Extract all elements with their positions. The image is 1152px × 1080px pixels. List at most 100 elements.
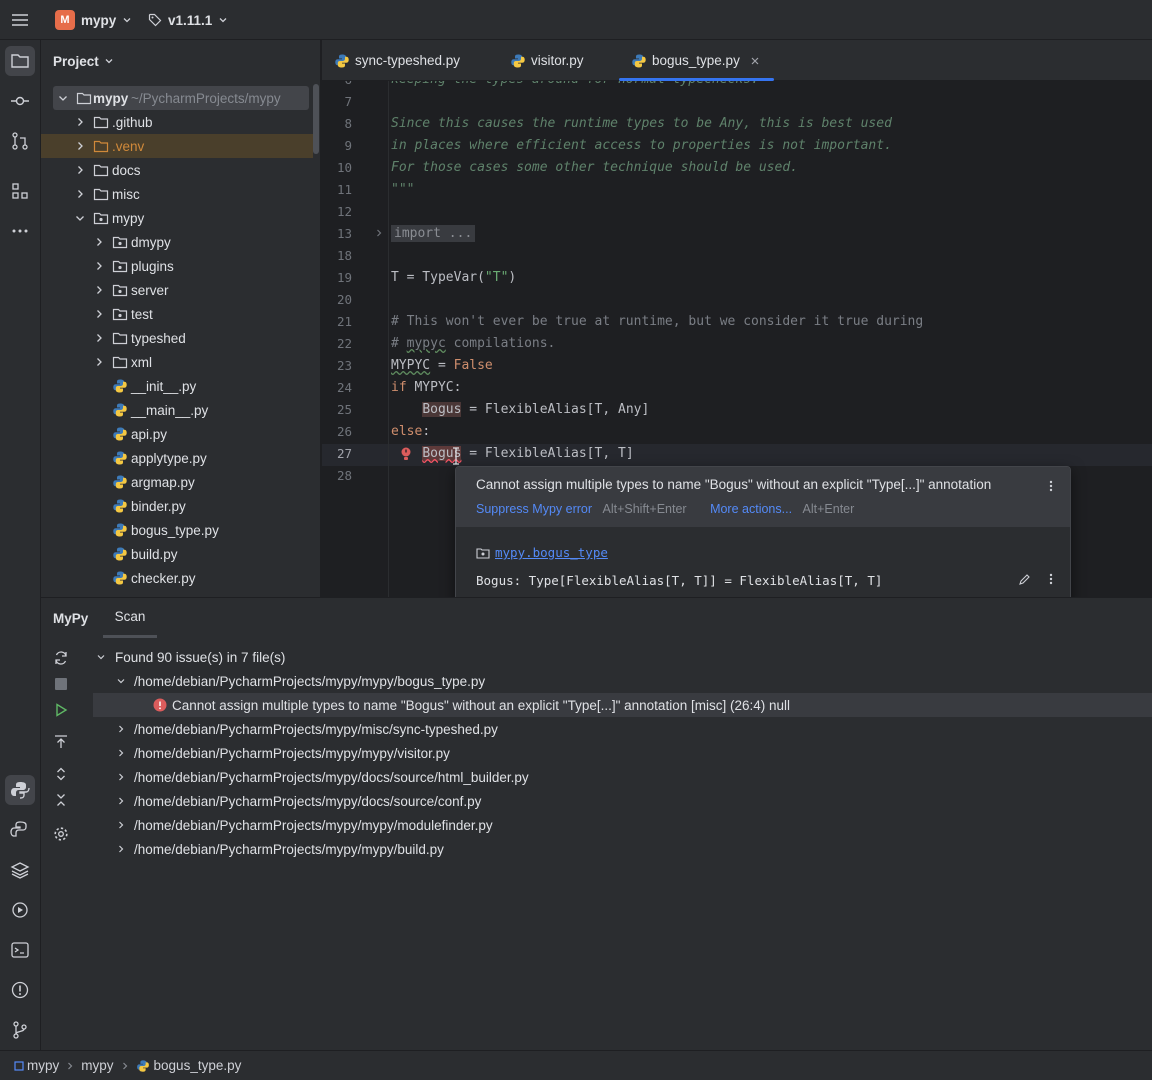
tree-item-init-py[interactable]: __init__.py [41, 374, 313, 398]
terminal-icon[interactable] [5, 935, 35, 965]
tab-sync-typeshed[interactable]: sync-typeshed.py [334, 40, 494, 81]
expand-all-icon[interactable] [51, 764, 71, 784]
chevron-right-icon[interactable] [93, 332, 105, 344]
tree-item-bogus-type-py[interactable]: bogus_type.py [41, 518, 313, 542]
chevron-right-icon[interactable] [116, 748, 126, 758]
result-file-row[interactable]: /home/debian/PycharmProjects/mypy/docs/s… [116, 765, 529, 789]
chevron-right-icon[interactable] [93, 260, 105, 272]
main-menu-button[interactable] [10, 0, 30, 40]
chevron-right-icon[interactable] [116, 820, 126, 830]
tree-item-plugins[interactable]: plugins [41, 254, 313, 278]
tree-item-argmap-py[interactable]: argmap.py [41, 470, 313, 494]
line-number: 9 [344, 138, 352, 153]
tree-item-test[interactable]: test [41, 302, 313, 326]
vcs-branch-selector[interactable]: v1.11.1 [148, 0, 228, 40]
tag-icon [148, 13, 162, 27]
chevron-down-icon[interactable] [74, 212, 86, 224]
commit-icon[interactable] [5, 86, 35, 116]
folder-icon [112, 332, 128, 345]
settings-gear-icon[interactable] [51, 824, 71, 844]
tree-item-mypy[interactable]: mypy [41, 206, 313, 230]
tree-item-applytype-py[interactable]: applytype.py [41, 446, 313, 470]
project-selector[interactable]: M mypy [55, 0, 132, 40]
branch-name: v1.11.1 [168, 12, 213, 28]
tree-item-misc[interactable]: misc [41, 182, 313, 206]
tab-visitor[interactable]: visitor.py [510, 40, 600, 81]
folder-icon[interactable] [5, 46, 35, 76]
result-file-row[interactable]: /home/debian/PycharmProjects/mypy/misc/s… [116, 717, 498, 741]
tab-scan[interactable]: Scan [103, 598, 157, 638]
chevron-right-icon[interactable] [74, 188, 86, 200]
result-file-row[interactable]: /home/debian/PycharmProjects/mypy/mypy/b… [116, 669, 485, 693]
code-line: else: [391, 424, 431, 439]
chevron-right-icon[interactable] [74, 116, 86, 128]
chevron-right-icon[interactable] [116, 772, 126, 782]
refresh-icon[interactable] [51, 648, 71, 668]
tree-item-github[interactable]: .github [41, 110, 313, 134]
project-panel-header[interactable]: Project [41, 40, 320, 82]
project-scrollbar[interactable] [313, 84, 319, 154]
services-icon[interactable] [5, 895, 35, 925]
more-actions-link[interactable]: More actions... [710, 502, 792, 516]
chevron-right-icon[interactable] [116, 844, 126, 854]
suppress-mypy-error-link[interactable]: Suppress Mypy error [476, 502, 592, 516]
fold-chevron-icon[interactable] [374, 228, 384, 238]
pull-request-icon[interactable] [5, 126, 35, 156]
chevron-down-icon[interactable] [116, 676, 126, 686]
tree-item-server[interactable]: server [41, 278, 313, 302]
result-file-row[interactable]: /home/debian/PycharmProjects/mypy/mypy/b… [116, 837, 444, 861]
result-file-row[interactable]: /home/debian/PycharmProjects/mypy/mypy/m… [116, 813, 493, 837]
chevron-right-icon[interactable] [93, 284, 105, 296]
chevron-down-icon[interactable] [96, 652, 106, 662]
more-icon[interactable] [5, 216, 35, 246]
python-packages-icon[interactable] [5, 815, 35, 845]
error-bulb-icon[interactable] [399, 446, 413, 462]
breadcrumb-item[interactable]: bogus_type.py [154, 1058, 242, 1073]
problems-icon[interactable] [5, 975, 35, 1005]
close-icon[interactable] [750, 56, 760, 66]
collapse-all-icon[interactable] [51, 790, 71, 810]
result-file-row[interactable]: /home/debian/PycharmProjects/mypy/mypy/v… [116, 741, 450, 765]
tree-item-docs[interactable]: docs [41, 158, 313, 182]
tree-item-main-py[interactable]: __main__.py [41, 398, 313, 422]
chevron-right-icon[interactable] [116, 724, 126, 734]
breadcrumb-item[interactable]: mypy [81, 1058, 113, 1073]
result-file-row[interactable]: /home/debian/PycharmProjects/mypy/docs/s… [116, 789, 481, 813]
tree-root-mypy[interactable]: mypy ~/PycharmProjects/mypy [53, 86, 309, 110]
code-line: # This won't ever be true at runtime, bu… [391, 314, 924, 329]
breadcrumb-item[interactable]: mypy [27, 1058, 59, 1073]
run-icon[interactable] [51, 700, 71, 720]
python-file-icon [335, 54, 349, 67]
edit-icon[interactable] [1018, 572, 1032, 586]
tab-bogus-type[interactable]: bogus_type.py [619, 40, 774, 81]
code-line: # mypyc compilations. [391, 336, 556, 351]
tree-item-build-py[interactable]: build.py [41, 542, 313, 566]
result-issue-row[interactable]: Cannot assign multiple types to name "Bo… [93, 693, 1152, 717]
chevron-right-icon[interactable] [74, 140, 86, 152]
python-file-icon [113, 403, 127, 417]
stop-icon[interactable] [51, 674, 71, 694]
tree-item-api-py[interactable]: api.py [41, 422, 313, 446]
tree-item-binder-py[interactable]: binder.py [41, 494, 313, 518]
tab-mypy[interactable]: MyPy [53, 598, 88, 638]
structure-icon[interactable] [5, 176, 35, 206]
folder-icon [93, 164, 109, 177]
chevron-right-icon[interactable] [93, 356, 105, 368]
chevron-right-icon[interactable] [116, 796, 126, 806]
chevron-right-icon[interactable] [93, 236, 105, 248]
scroll-to-top-icon[interactable] [51, 732, 71, 752]
more-vertical-icon[interactable] [1044, 479, 1058, 493]
more-vertical-icon[interactable] [1044, 572, 1058, 586]
module-link[interactable]: mypy.bogus_type [495, 545, 608, 560]
tree-item-typeshed[interactable]: typeshed [41, 326, 313, 350]
tree-item-xml[interactable]: xml [41, 350, 313, 374]
tree-item-checker-py[interactable]: checker.py [41, 566, 313, 590]
results-summary[interactable]: Found 90 issue(s) in 7 file(s) [96, 645, 285, 669]
chevron-right-icon[interactable] [74, 164, 86, 176]
tree-item-dmypy[interactable]: dmypy [41, 230, 313, 254]
chevron-right-icon[interactable] [93, 308, 105, 320]
layers-icon[interactable] [5, 855, 35, 885]
git-icon[interactable] [5, 1015, 35, 1045]
tree-item-venv[interactable]: .venv [41, 134, 313, 158]
python-console-icon[interactable] [5, 775, 35, 805]
